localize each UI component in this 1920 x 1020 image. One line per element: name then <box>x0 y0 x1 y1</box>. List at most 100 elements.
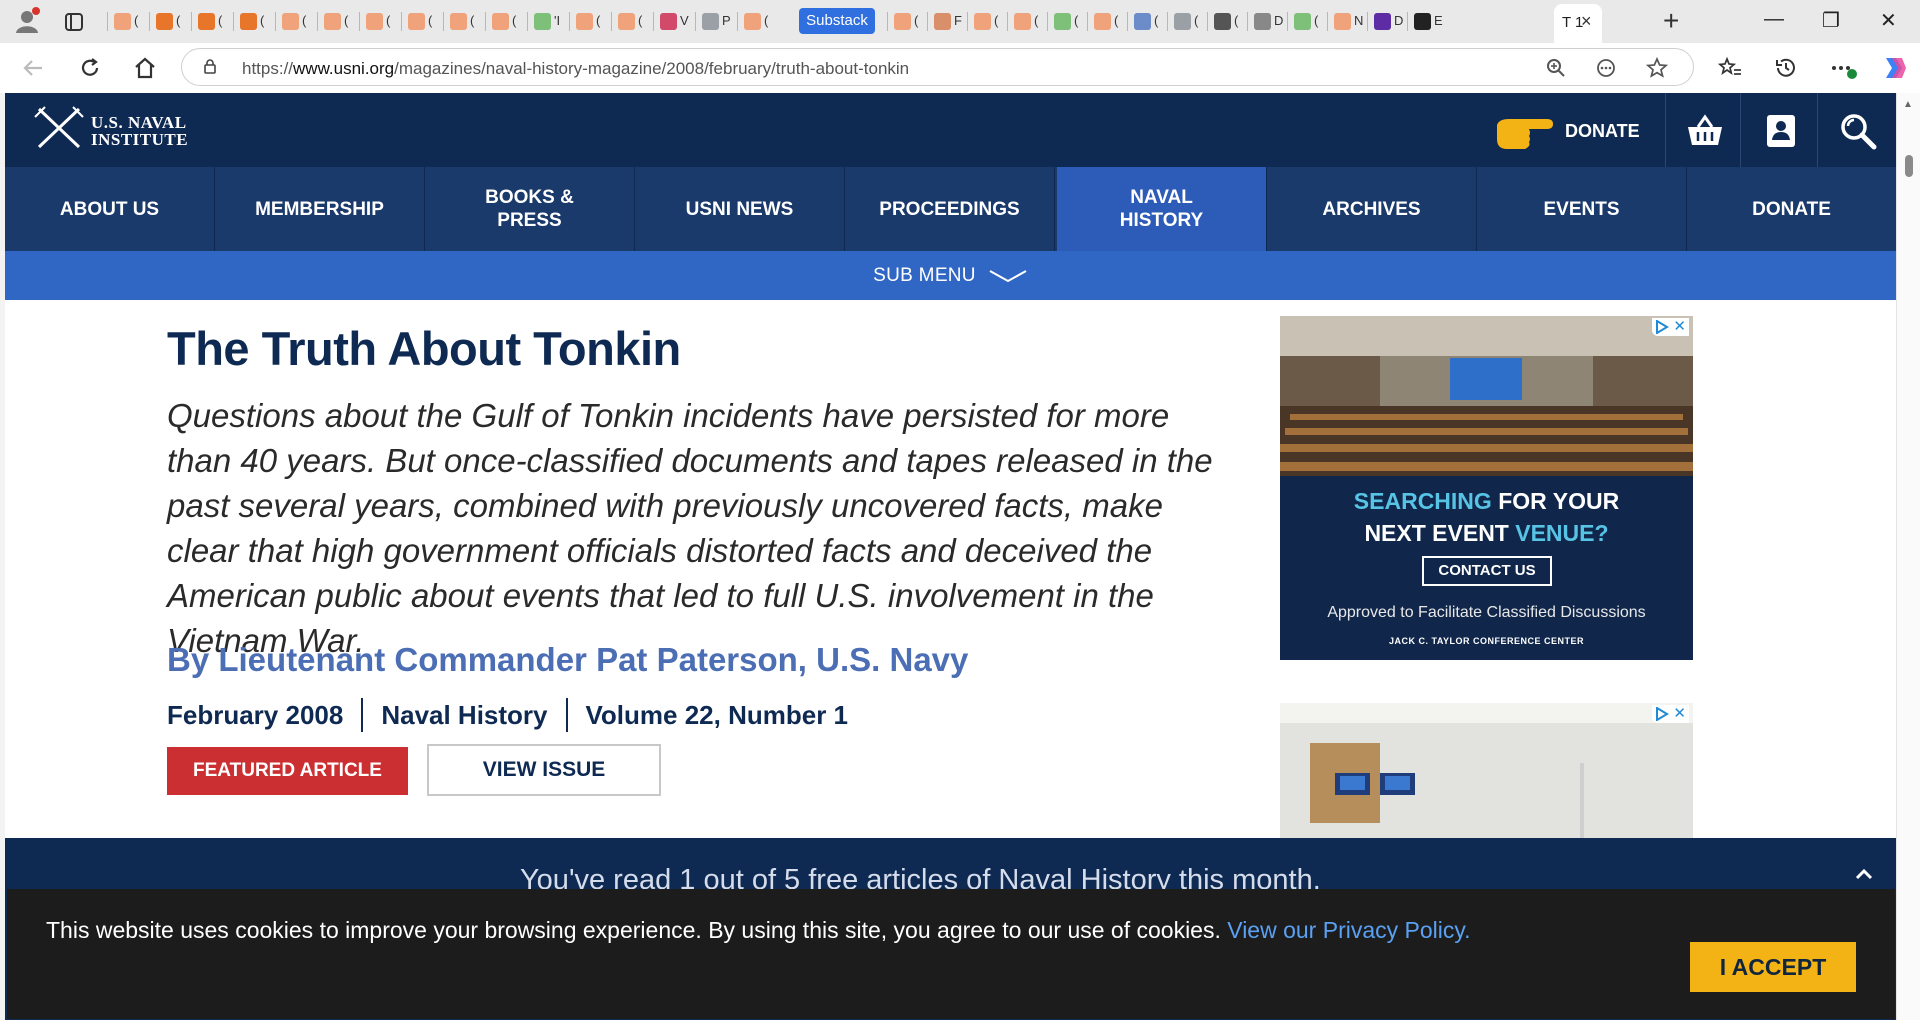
browser-tab[interactable]: V <box>656 8 694 35</box>
close-tab-icon[interactable]: × <box>1581 11 1592 32</box>
lock-icon[interactable] <box>202 58 218 74</box>
browser-tab[interactable]: ( <box>362 8 400 35</box>
tab-separator <box>611 12 612 31</box>
history-icon[interactable] <box>1774 56 1798 80</box>
browser-tab[interactable]: ( <box>890 8 928 35</box>
conference-center-ad[interactable]: SEARCHING FOR YOUR NEXT EVENT VENUE? CON… <box>1280 316 1693 660</box>
browser-tab[interactable]: ( <box>404 8 442 35</box>
browser-tab[interactable]: 'I <box>530 8 568 35</box>
browser-tab[interactable]: ( <box>110 8 148 35</box>
ad-close-icon[interactable]: ✕ <box>1673 705 1686 723</box>
tab-favicon-icon <box>534 13 551 30</box>
tab-substack[interactable]: Substack <box>799 8 875 34</box>
refresh-icon[interactable] <box>78 56 102 80</box>
tab-separator <box>107 12 108 31</box>
browser-tab[interactable]: ( <box>1130 8 1168 35</box>
browser-tab[interactable]: ( <box>194 8 232 35</box>
collapse-chevron-icon[interactable] <box>1853 864 1875 886</box>
article-byline[interactable]: By Lieutenant Commander Pat Paterson, U.… <box>167 641 968 679</box>
crossed-swords-icon <box>34 106 84 149</box>
tab-title-fragment: V <box>680 13 689 28</box>
submenu-toggle[interactable]: SUB MENU <box>5 251 1896 300</box>
nav-events[interactable]: EVENTS <box>1477 167 1687 251</box>
nav-usni-news[interactable]: USNI NEWS <box>635 167 845 251</box>
nav-archives[interactable]: ARCHIVES <box>1267 167 1477 251</box>
browser-tab[interactable]: N <box>1330 8 1368 35</box>
browser-tab[interactable]: ( <box>278 8 316 35</box>
nav-books-press[interactable]: BOOKS & PRESS <box>425 167 635 251</box>
nav-donate[interactable]: DONATE <box>1687 167 1896 251</box>
browser-tab[interactable]: E <box>1410 8 1448 35</box>
browser-tab[interactable]: ( <box>236 8 274 35</box>
tab-title-fragment: ( <box>512 13 517 28</box>
active-tab[interactable]: T 1 × <box>1554 4 1602 43</box>
restore-button[interactable]: ❐ <box>1822 8 1840 33</box>
browser-tab[interactable]: ( <box>1010 8 1048 35</box>
browser-tab[interactable]: ( <box>614 8 652 35</box>
back-arrow-icon[interactable] <box>22 57 44 79</box>
header-divider <box>1740 93 1741 167</box>
favorite-star-icon[interactable] <box>1646 57 1668 79</box>
search-icon[interactable] <box>1838 111 1878 151</box>
nav-about-us[interactable]: ABOUT US <box>5 167 215 251</box>
account-icon[interactable] <box>1761 111 1801 151</box>
more-tools-icon[interactable] <box>1596 58 1616 78</box>
home-icon[interactable] <box>133 56 157 80</box>
browser-tab[interactable]: ( <box>488 8 526 35</box>
browser-tab[interactable]: D <box>1370 8 1408 35</box>
browser-tab[interactable]: ( <box>152 8 190 35</box>
ad-choices-button[interactable]: ✕ <box>1652 318 1689 336</box>
ad-choices-button[interactable]: ✕ <box>1652 705 1689 723</box>
scrollbar-thumb[interactable] <box>1905 155 1913 177</box>
browser-tab[interactable]: ( <box>446 8 484 35</box>
usni-logo[interactable]: U.S. NAVAL INSTITUTE <box>33 105 193 151</box>
new-tab-button[interactable]: + <box>1663 5 1679 37</box>
ad-close-icon[interactable]: ✕ <box>1673 318 1686 336</box>
tab-favicon-icon <box>1334 13 1351 30</box>
featured-article-button[interactable]: FEATURED ARTICLE <box>167 747 408 795</box>
browser-tab[interactable]: F <box>930 8 968 35</box>
tab-favicon-icon <box>894 13 911 30</box>
browser-tab[interactable]: ( <box>1090 8 1128 35</box>
tab-separator <box>1247 12 1248 31</box>
browser-tab[interactable]: ( <box>1210 8 1248 35</box>
shopping-basket-icon[interactable] <box>1685 111 1725 151</box>
browser-tab[interactable]: D <box>1250 8 1288 35</box>
browser-tab[interactable]: ( <box>1050 8 1088 35</box>
tab-favicon-icon <box>282 13 299 30</box>
zoom-icon[interactable] <box>1546 58 1566 78</box>
tab-title-fragment: E <box>1434 13 1443 28</box>
browser-tab[interactable]: P <box>698 8 736 35</box>
url-text[interactable]: https://www.usni.org/magazines/naval-his… <box>242 59 909 79</box>
nav-naval-history[interactable]: NAVAL HISTORY <box>1057 167 1267 251</box>
logo-text-line2: INSTITUTE <box>91 130 189 149</box>
nav-membership[interactable]: MEMBERSHIP <box>215 167 425 251</box>
browser-tab[interactable]: ( <box>740 8 778 35</box>
browser-tab[interactable]: ( <box>1290 8 1328 35</box>
browser-tab[interactable]: ( <box>572 8 610 35</box>
favorites-icon[interactable] <box>1718 56 1742 80</box>
header-divider <box>1817 93 1818 167</box>
tab-favicon-icon <box>1254 13 1271 30</box>
copilot-icon[interactable] <box>1880 54 1908 82</box>
browser-tab[interactable]: ( <box>1170 8 1208 35</box>
accept-cookies-button[interactable]: I ACCEPT <box>1690 942 1856 992</box>
profile-avatar-icon[interactable] <box>12 6 42 36</box>
page-scrollbar[interactable]: ▲ <box>1896 93 1920 1020</box>
browser-tab[interactable]: ( <box>970 8 1008 35</box>
address-bar[interactable]: https://www.usni.org/magazines/naval-his… <box>181 48 1694 86</box>
close-window-button[interactable]: ✕ <box>1880 8 1897 33</box>
tab-favicon-icon <box>198 13 215 30</box>
settings-more-icon[interactable] <box>1830 56 1858 80</box>
nav-proceedings[interactable]: PROCEEDINGS <box>845 167 1055 251</box>
magazine-name[interactable]: Naval History <box>381 700 547 732</box>
minimize-button[interactable]: — <box>1764 8 1784 31</box>
view-issue-button[interactable]: VIEW ISSUE <box>427 744 661 796</box>
privacy-policy-link[interactable]: View our Privacy Policy. <box>1227 917 1470 943</box>
tab-separator <box>359 12 360 31</box>
ad-headline-line2: NEXT EVENT VENUE? <box>1364 520 1609 546</box>
tab-actions-icon[interactable] <box>64 12 84 32</box>
ad-contact-us-button[interactable]: CONTACT US <box>1422 556 1552 586</box>
scroll-up-arrow-icon[interactable]: ▲ <box>1903 99 1913 110</box>
browser-tab[interactable]: ( <box>320 8 358 35</box>
